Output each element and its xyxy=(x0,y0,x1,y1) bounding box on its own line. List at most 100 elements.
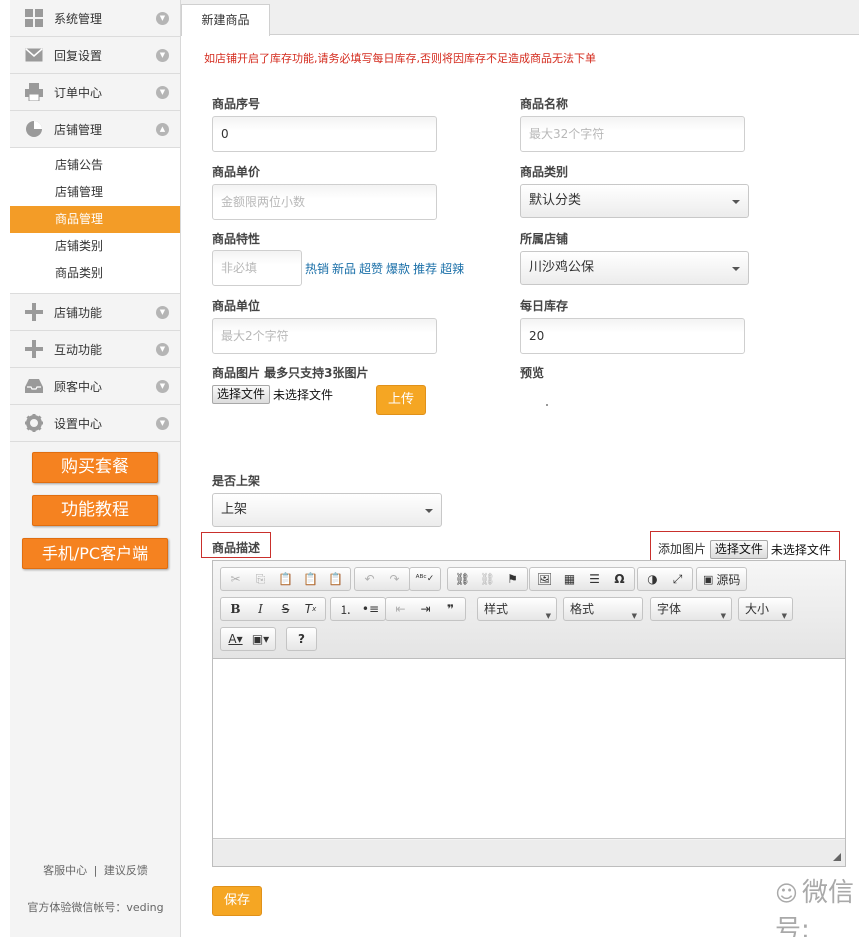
shop-submenu: 店铺公告 店铺管理 商品管理 店铺类别 商品类别 xyxy=(10,148,180,294)
indent-icon[interactable]: ⇥ xyxy=(413,599,438,619)
menu-item-orders[interactable]: 订单中心 ▼ xyxy=(10,74,180,111)
tab-new-product[interactable]: 新建商品 xyxy=(181,4,270,36)
daily-stock-label: 每日库存 xyxy=(520,299,569,313)
numbered-list-icon[interactable]: ⒈ xyxy=(333,599,358,619)
image-file-picker: 选择文件 未选择文件 xyxy=(212,385,333,404)
service-link[interactable]: 客服中心 xyxy=(43,864,87,877)
shop-label: 所属店铺 xyxy=(520,232,569,246)
paste-word-icon[interactable]: 📋 xyxy=(323,569,348,589)
spellcheck-icon[interactable]: ᴬᴮᶜ✓ xyxy=(412,569,438,589)
resize-handle-icon[interactable] xyxy=(833,853,841,861)
tag-new[interactable]: 新品 xyxy=(332,262,356,276)
chevron-down-icon: ▼ xyxy=(156,417,169,430)
paste-text-icon[interactable]: 📋 xyxy=(298,569,323,589)
undo-icon[interactable]: ↶ xyxy=(357,569,382,589)
submenu-product-category[interactable]: 商品类别 xyxy=(10,260,180,287)
tag-explosive[interactable]: 爆款 xyxy=(386,262,410,276)
product-name-input[interactable]: 最大32个字符 xyxy=(520,116,745,152)
tag-extra-spicy[interactable]: 超辣 xyxy=(440,262,464,276)
printer-icon xyxy=(24,83,44,101)
feedback-link[interactable]: 建议反馈 xyxy=(104,864,148,877)
tutorial-button[interactable]: 功能教程 xyxy=(32,495,158,526)
help-group: ? xyxy=(286,627,317,651)
caret-down-icon: ▼ xyxy=(545,612,551,620)
menu-label: 顾客中心 xyxy=(54,379,103,394)
menu-item-shop[interactable]: 店铺管理 ▲ xyxy=(10,111,180,148)
text-color-icon[interactable]: A▾ xyxy=(223,629,248,649)
feature-input[interactable]: 非必填 xyxy=(212,250,302,286)
menu-item-customers[interactable]: 顾客中心 ▼ xyxy=(10,368,180,405)
save-button[interactable]: 保存 xyxy=(212,886,262,916)
blockquote-icon[interactable]: ❞ xyxy=(438,599,463,619)
tag-awesome[interactable]: 超赞 xyxy=(359,262,383,276)
source-button[interactable]: ▣ 源码 xyxy=(696,567,748,591)
category-label: 商品类别 xyxy=(520,165,569,179)
submenu-product-manage[interactable]: 商品管理 xyxy=(10,206,180,233)
unit-price-input[interactable]: 金额限两位小数 xyxy=(212,184,437,220)
menu-item-interactive[interactable]: 互动功能 ▼ xyxy=(10,331,180,368)
unit-input[interactable]: 最大2个字符 xyxy=(212,318,437,354)
category-select[interactable]: 默认分类 xyxy=(520,184,749,218)
editor-content-area[interactable] xyxy=(213,659,845,839)
menu-item-system[interactable]: 系统管理 ▼ xyxy=(10,0,180,37)
style-dropdown[interactable]: 样式 ▼ xyxy=(477,597,557,621)
daily-stock-input[interactable]: 20 xyxy=(520,318,745,354)
upload-button[interactable]: 上传 xyxy=(376,385,426,415)
format-dropdown[interactable]: 格式 ▼ xyxy=(563,597,643,621)
unit-label: 商品单位 xyxy=(212,299,261,313)
copy-icon[interactable]: ⎘ xyxy=(248,569,273,589)
shop-select[interactable]: 川沙鸡公保 xyxy=(520,251,749,285)
bullet-list-icon[interactable]: •≡ xyxy=(358,599,383,619)
table-icon[interactable]: ▦ xyxy=(557,569,582,589)
cut-icon[interactable]: ✂ xyxy=(223,569,248,589)
paste-icon[interactable]: 📋 xyxy=(273,569,298,589)
add-image-file-button[interactable]: 选择文件 xyxy=(709,540,768,559)
editor-status-bar xyxy=(213,840,845,866)
submenu-shop-category[interactable]: 店铺类别 xyxy=(10,233,180,260)
help-icon[interactable]: ? xyxy=(289,629,314,649)
on-shelf-select[interactable]: 上架 xyxy=(212,493,442,527)
italic-icon[interactable]: I xyxy=(248,599,273,619)
maximize-icon[interactable]: ⤢ xyxy=(665,569,690,589)
pie-chart-icon xyxy=(24,120,44,138)
product-no-label: 商品序号 xyxy=(212,97,261,111)
product-no-input[interactable]: 0 xyxy=(212,116,437,152)
horizontal-line-icon[interactable]: ☰ xyxy=(582,569,607,589)
tag-recommend[interactable]: 推荐 xyxy=(413,262,437,276)
background-color-icon[interactable]: ▣▾ xyxy=(248,629,273,649)
submenu-shop-manage[interactable]: 店铺管理 xyxy=(10,179,180,206)
undo-group: ↶ ↷ xyxy=(354,567,410,591)
image-icon[interactable]: 🖼 xyxy=(532,569,557,589)
basic-style-group: B I S Tx xyxy=(220,597,326,621)
special-char-icon[interactable]: Ω xyxy=(607,569,632,589)
menu-item-settings[interactable]: 设置中心 ▼ xyxy=(10,405,180,442)
size-dropdown[interactable]: 大小 ▼ xyxy=(738,597,793,621)
separator: | xyxy=(93,864,98,877)
preview-icon[interactable]: ◑ xyxy=(640,569,665,589)
anchor-flag-icon[interactable]: ⚑ xyxy=(500,569,525,589)
add-image-file-status: 未选择文件 xyxy=(770,543,831,557)
unlink-icon[interactable]: ⛓ xyxy=(475,569,500,589)
rich-text-editor: ✂ ⎘ 📋 📋 📋 ↶ ↷ ᴬᴮᶜ✓ ⛓ ⛓ ⚑ 🖼 ▦ ☰ Ω ◑ ⤢ ▣ 源… xyxy=(212,560,846,867)
outdent-icon[interactable]: ⇤ xyxy=(388,599,413,619)
link-icon[interactable]: ⛓ xyxy=(450,569,475,589)
strike-icon[interactable]: S xyxy=(273,599,298,619)
insert-group: 🖼 ▦ ☰ Ω xyxy=(529,567,635,591)
image-label: 商品图片 最多只支持3张图片 xyxy=(212,366,369,380)
client-button[interactable]: 手机/PC客户端 xyxy=(22,538,168,569)
buy-package-button[interactable]: 购买套餐 xyxy=(32,452,158,483)
menu-item-shop-functions[interactable]: 店铺功能 ▼ xyxy=(10,294,180,331)
tag-hot-sale[interactable]: 热销 xyxy=(305,262,329,276)
bold-icon[interactable]: B xyxy=(223,599,248,619)
official-account-text: 官方体验微信帐号：veding xyxy=(27,901,164,914)
font-dropdown[interactable]: 字体 ▼ xyxy=(650,597,732,621)
clipboard-group: ✂ ⎘ 📋 📋 📋 xyxy=(220,567,351,591)
stock-warning: 如店铺开启了库存功能,请务必填写每日库存,否则将因库存不足造成商品无法下单 xyxy=(204,52,596,65)
choose-file-button[interactable]: 选择文件 xyxy=(212,385,271,404)
submenu-shop-notice[interactable]: 店铺公告 xyxy=(10,152,180,179)
redo-icon[interactable]: ↷ xyxy=(382,569,407,589)
remove-format-icon[interactable]: Tx xyxy=(298,599,323,619)
menu-label: 系统管理 xyxy=(54,11,103,26)
editor-toolbar: ✂ ⎘ 📋 📋 📋 ↶ ↷ ᴬᴮᶜ✓ ⛓ ⛓ ⚑ 🖼 ▦ ☰ Ω ◑ ⤢ ▣ 源… xyxy=(213,561,845,659)
menu-item-reply[interactable]: 回复设置 ▼ xyxy=(10,37,180,74)
